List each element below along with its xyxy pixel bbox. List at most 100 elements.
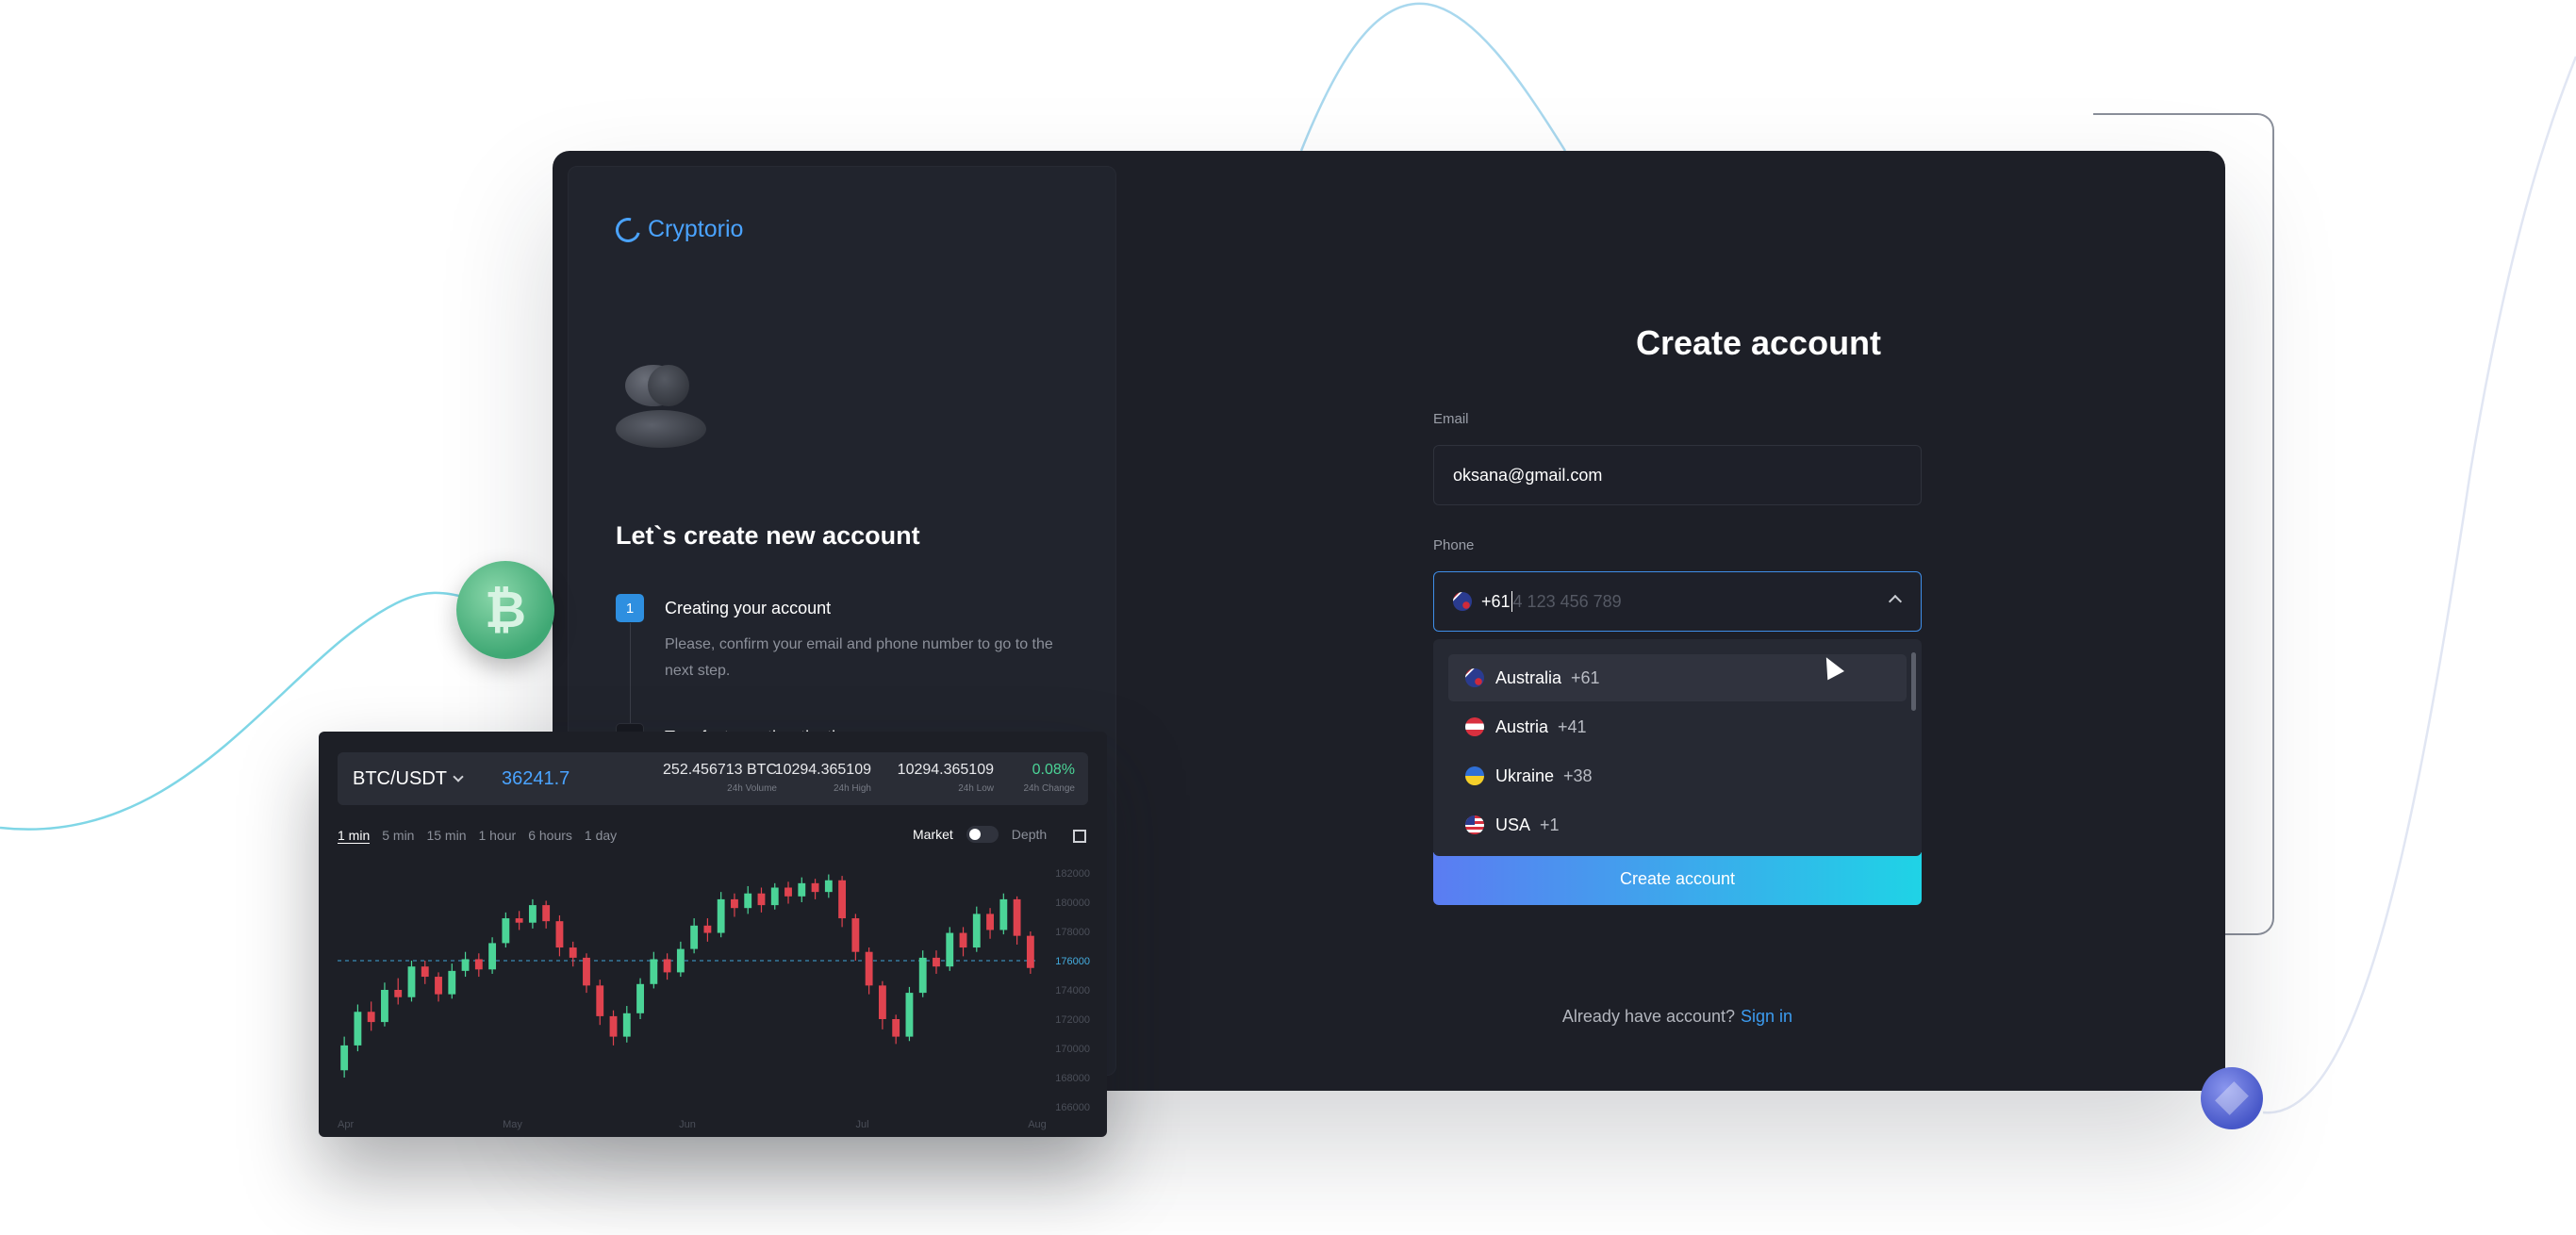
candle-down [933, 957, 940, 967]
signin-link[interactable]: Sign in [1741, 1007, 1792, 1026]
candle-down [731, 898, 738, 909]
email-value: oksana@gmail.com [1453, 465, 1603, 485]
option-code: +1 [1540, 815, 1560, 834]
candle-up [770, 887, 779, 906]
hero-illustration [616, 365, 710, 450]
option-country: Ukraine [1495, 766, 1555, 785]
australia-flag-icon [1453, 592, 1472, 611]
candle-up [676, 948, 685, 973]
step-description: Please, confirm your email and phone num… [665, 636, 1053, 679]
candle-up [636, 983, 644, 1013]
ethereum-coin-icon [2201, 1067, 2263, 1129]
candle-down [851, 918, 860, 952]
form-title: Create account [1635, 323, 1882, 362]
candle-down [784, 887, 792, 897]
candle-up [448, 970, 456, 995]
option-code: +61 [1571, 667, 1600, 687]
candle-up [354, 1012, 362, 1046]
candle-up [999, 898, 1008, 930]
trading-chart-widget: BTC/USDT 36241.7 252.456713 BTC 24h Volu… [319, 732, 1107, 1137]
usa-flag-icon [1465, 815, 1484, 834]
candle-down [1026, 935, 1034, 968]
text-caret [1511, 591, 1512, 612]
option-code: +41 [1558, 716, 1587, 736]
candle-up [381, 990, 388, 1023]
y-tick-label: 168000 [1055, 1073, 1090, 1084]
brand: Cryptorio [611, 212, 744, 247]
candlestick-chart: 182000 180000 178000 176000 174000 172000 1700… [338, 868, 1090, 1130]
candle-down [367, 1012, 375, 1023]
dropdown-scrollbar[interactable] [1911, 652, 1916, 711]
option-country: Australia [1495, 667, 1562, 687]
step-1: 1 Creating your account Please, confirm … [616, 594, 1070, 684]
x-tick-label: Aug [1028, 1119, 1047, 1130]
option-country: USA [1495, 815, 1531, 834]
x-tick-label: Jul [855, 1119, 868, 1130]
x-tick-label: Apr [338, 1119, 354, 1130]
candle-up [946, 932, 954, 967]
candle-down [865, 951, 873, 986]
candle-down [892, 1019, 900, 1037]
candle-down [757, 893, 766, 906]
email-field[interactable]: oksana@gmail.com [1433, 445, 1922, 505]
y-tick-label: 170000 [1055, 1044, 1090, 1055]
y-tick-label: 180000 [1055, 897, 1090, 909]
y-tick-label: 166000 [1055, 1102, 1090, 1113]
candle-up [528, 905, 537, 923]
ukraine-flag-icon [1465, 766, 1484, 785]
brand-name: Cryptorio [648, 216, 744, 242]
candle-down [435, 977, 442, 995]
candle-down [542, 905, 551, 922]
dropdown-option-usa[interactable]: USA +1 [1448, 801, 1907, 848]
candle-down [609, 1015, 618, 1037]
austria-flag-icon [1465, 717, 1484, 736]
candle-down [811, 882, 819, 893]
phone-country-code: +61 [1481, 591, 1511, 611]
candle-down [663, 959, 671, 973]
candle-up [744, 893, 752, 909]
y-tick-label: 182000 [1055, 868, 1090, 880]
dropdown-option-austria[interactable]: Austria +41 [1448, 703, 1907, 750]
phone-field[interactable]: +61 4 123 456 789 [1433, 571, 1922, 632]
candle-down [959, 932, 967, 948]
y-tick-label: 172000 [1055, 1014, 1090, 1026]
candle-up [824, 880, 833, 893]
bitcoin-coin-icon: ₿ [456, 561, 554, 659]
candle-up [622, 1013, 631, 1037]
candle-up [488, 943, 497, 970]
candle-down [596, 985, 604, 1016]
candle-down [569, 947, 577, 958]
y-tick-label: 174000 [1055, 985, 1090, 996]
candle-down [515, 918, 523, 923]
candle-down [474, 959, 483, 970]
candle-up [407, 966, 416, 997]
panel-title: Let`s create new account [616, 521, 920, 550]
chevron-up-icon[interactable] [1888, 594, 1903, 609]
x-tick-label: May [503, 1119, 522, 1130]
step-number: 1 [616, 594, 644, 622]
option-code: +38 [1563, 766, 1593, 785]
candle-down [986, 914, 994, 930]
dropdown-option-ukraine[interactable]: Ukraine +38 [1448, 752, 1907, 799]
step-title: Creating your account [665, 599, 832, 618]
create-account-button[interactable]: Create account [1433, 852, 1922, 905]
candle-up [972, 914, 981, 948]
y-tick-label: 178000 [1055, 927, 1090, 938]
candle-down [878, 985, 886, 1019]
current-price-label: 176000 [1055, 956, 1090, 967]
signin-prompt: Already have account? Sign in [1433, 1007, 1922, 1027]
candle-down [1013, 898, 1021, 936]
candle-down [421, 966, 429, 978]
email-label: Email [1433, 411, 1469, 427]
candle-up [905, 993, 914, 1037]
candle-up [340, 1045, 349, 1071]
option-country: Austria [1495, 716, 1549, 736]
candle-up [918, 957, 927, 994]
signin-prompt-text: Already have account? [1561, 1007, 1736, 1026]
candle-down [394, 990, 403, 997]
candle-up [717, 898, 725, 933]
australia-flag-icon [1465, 668, 1484, 687]
candle-up [690, 925, 699, 949]
candle-down [838, 880, 847, 919]
x-tick-label: Jun [679, 1119, 696, 1130]
